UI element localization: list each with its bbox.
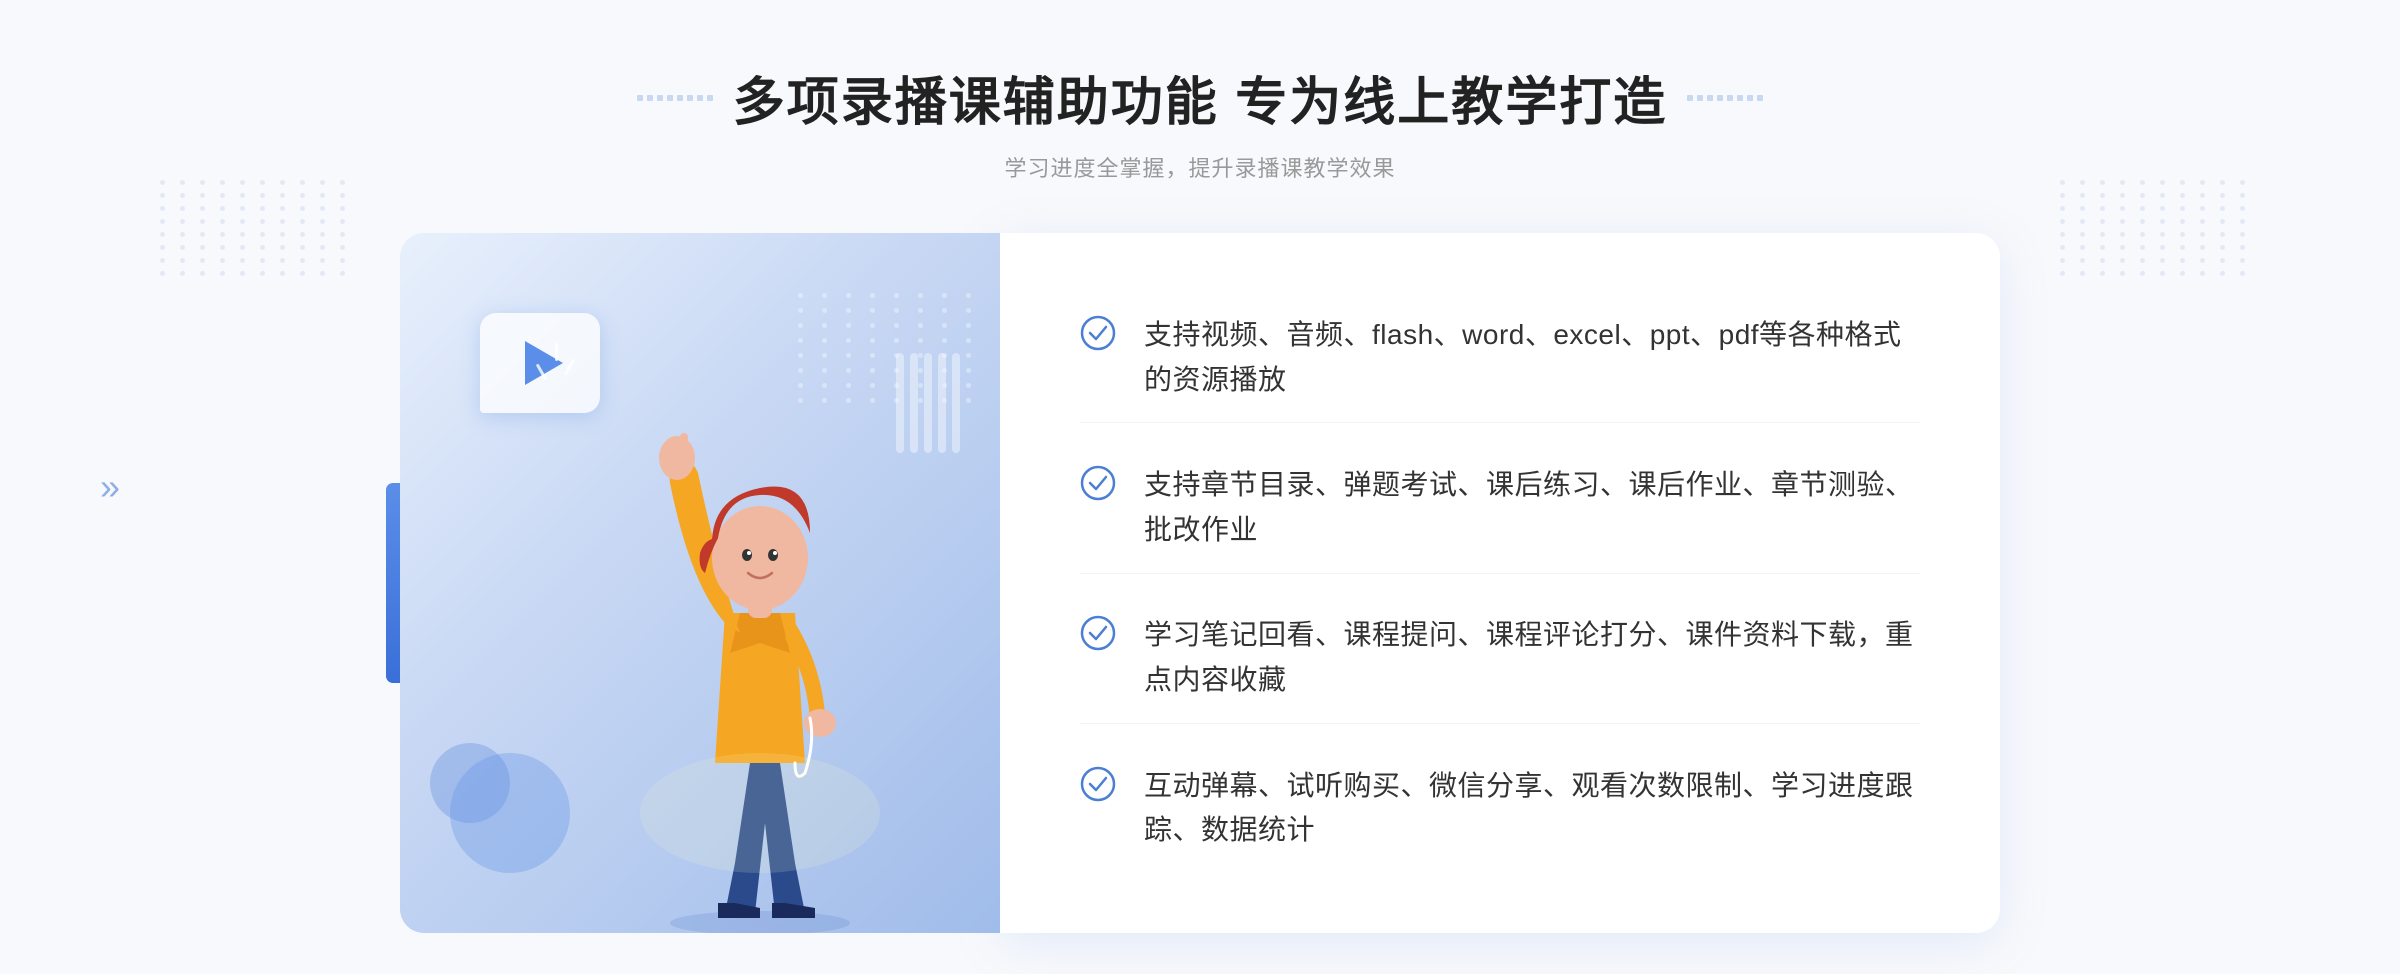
feature-text-2: 支持章节目录、弹题考试、课后练习、课后作业、章节测验、批改作业 [1144,463,1920,553]
title-decorator-right [1687,95,1763,101]
chevron-icon: » [100,469,120,505]
circle-large [450,753,570,873]
title-row: 多项录播课辅助功能 专为线上教学打造 [637,60,1763,135]
dots-decoration-left: document.write(Array(80).fill('<span></s… [160,180,320,480]
sub-title: 学习进度全掌握，提升录播课教学效果 [637,151,1763,183]
features-panel: 支持视频、音频、flash、word、excel、ppt、pdf等各种格式的资源… [1000,233,2000,933]
left-chevrons: » [100,469,120,505]
human-figure [610,383,910,933]
feature-item-2: 支持章节目录、弹题考试、课后练习、课后作业、章节测验、批改作业 [1080,443,1920,574]
check-icon-2 [1080,465,1116,501]
main-content: document.write(Array(64).fill('<span></s… [400,233,2000,933]
play-bubble [480,313,600,413]
feature-item-1: 支持视频、音频、flash、word、excel、ppt、pdf等各种格式的资源… [1080,293,1920,424]
illustration-area: document.write(Array(64).fill('<span></s… [400,233,1000,933]
check-icon-4 [1080,766,1116,802]
blue-accent-bar [386,483,400,683]
check-icon-1 [1080,315,1116,351]
feature-text-1: 支持视频、音频、flash、word、excel、ppt、pdf等各种格式的资源… [1144,313,1920,403]
feature-text-3: 学习笔记回看、课程提问、课程评论打分、课件资料下载，重点内容收藏 [1144,613,1920,703]
header-section: 多项录播课辅助功能 专为线上教学打造 学习进度全掌握，提升录播课教学效果 [637,60,1763,183]
main-title: 多项录播课辅助功能 专为线上教学打造 [733,60,1667,135]
check-icon-3 [1080,615,1116,651]
title-decorator-left [637,95,713,101]
feature-text-4: 互动弹幕、试听购买、微信分享、观看次数限制、学习进度跟踪、数据统计 [1144,764,1920,854]
feature-item-4: 互动弹幕、试听购买、微信分享、观看次数限制、学习进度跟踪、数据统计 [1080,744,1920,874]
dots-decoration-right: document.write(Array(80).fill('<span></s… [2060,180,2220,480]
feature-item-3: 学习笔记回看、课程提问、课程评论打分、课件资料下载，重点内容收藏 [1080,593,1920,724]
page-container: document.write(Array(80).fill('<span></s… [0,0,2400,974]
